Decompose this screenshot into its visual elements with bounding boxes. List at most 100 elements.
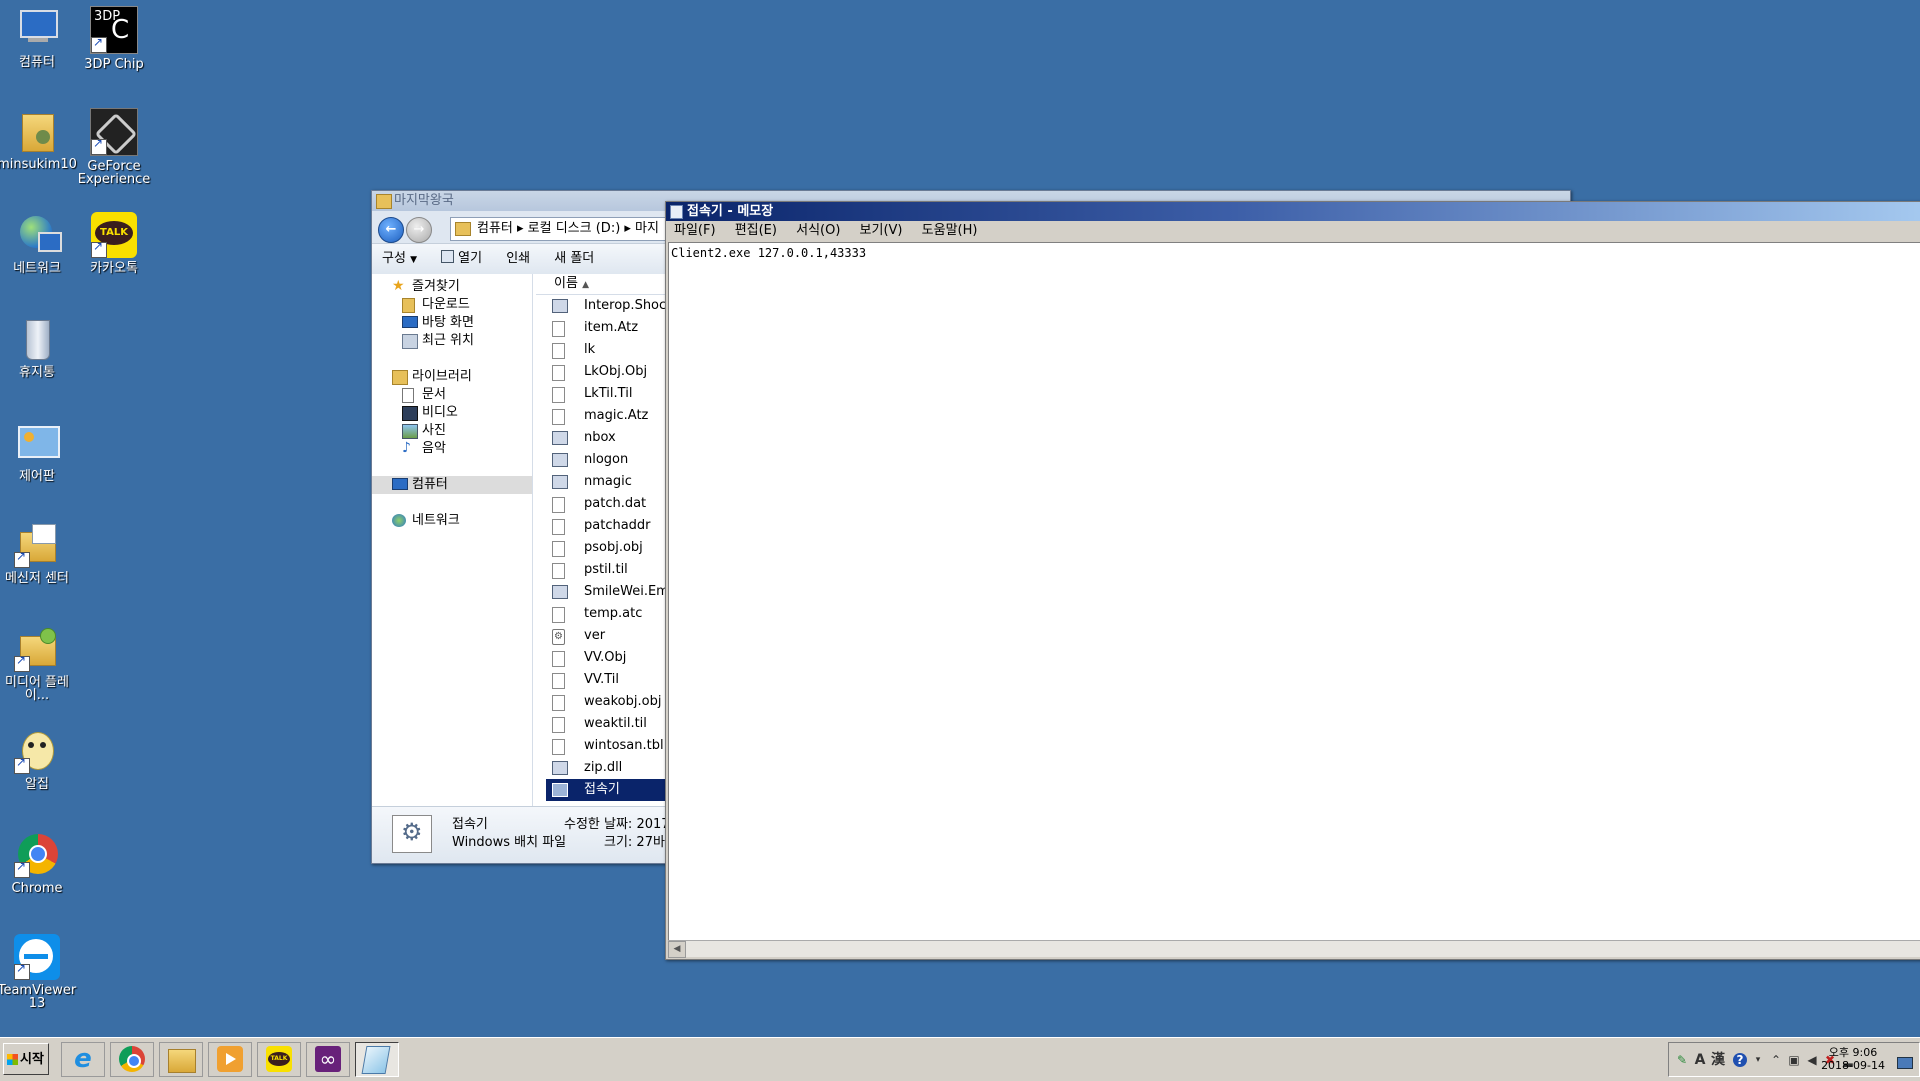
menu-edit[interactable]: 편집(E): [727, 221, 784, 240]
visual-studio-icon: ∞: [315, 1046, 341, 1072]
file-icon: [552, 321, 565, 337]
desktop-icon-network[interactable]: 네트워크: [0, 212, 80, 275]
media-player-icon: [217, 1046, 243, 1072]
kakaotalk-icon: TALK: [266, 1046, 292, 1072]
volume-icon[interactable]: ◀: [1805, 1053, 1819, 1067]
ime-options-icon[interactable]: ▾: [1751, 1053, 1765, 1067]
nav-libraries[interactable]: 라이브러리: [372, 368, 532, 386]
downloads-folder-icon: [402, 298, 415, 313]
details-file-type: Windows 배치 파일: [452, 835, 567, 850]
alzip-icon: [14, 728, 60, 774]
nav-network[interactable]: 네트워크: [372, 512, 532, 530]
computer-icon: [14, 6, 60, 52]
scroll-left-icon[interactable]: ◀: [668, 941, 686, 958]
windows-logo-icon: [7, 1054, 18, 1065]
file-icon: [552, 563, 565, 579]
desktop-icon-recycle-bin[interactable]: 휴지통: [0, 316, 80, 379]
chrome-icon: [14, 832, 60, 878]
details-modified: 수정한 날짜: 2017-: [564, 817, 675, 832]
nav-recent[interactable]: 최근 위치: [372, 332, 532, 350]
user-folder-icon: [14, 108, 60, 154]
nav-favorites[interactable]: ★ 즐겨찾기: [372, 278, 532, 296]
app-icon: [552, 453, 568, 467]
ime-mode-a[interactable]: A: [1693, 1053, 1707, 1067]
desktop-icon-computer[interactable]: 컴퓨터: [0, 6, 80, 69]
taskbar-notepad[interactable]: [355, 1042, 399, 1077]
chrome-icon: [119, 1046, 145, 1072]
computer-icon: [392, 478, 408, 490]
device-icon[interactable]: ▣: [1787, 1053, 1801, 1067]
show-desktop-icon[interactable]: [1897, 1057, 1913, 1069]
dll-file-icon: [552, 585, 568, 599]
horizontal-scrollbar[interactable]: ◀: [668, 940, 1920, 958]
taskbar-media-player[interactable]: [208, 1042, 252, 1077]
open-button[interactable]: 열기: [431, 244, 492, 274]
nav-music[interactable]: ♪ 음악: [372, 440, 532, 458]
language-bar-icon[interactable]: ✎: [1675, 1053, 1689, 1067]
open-icon: [441, 250, 455, 263]
taskbar-explorer[interactable]: [159, 1042, 203, 1077]
nav-desktop[interactable]: 바탕 화면: [372, 314, 532, 332]
file-icon: [552, 409, 565, 425]
menu-format[interactable]: 서식(O): [788, 221, 847, 240]
forward-button[interactable]: →: [406, 217, 432, 243]
taskbar-internet-explorer[interactable]: e: [61, 1042, 105, 1077]
dll-file-icon: [552, 299, 568, 313]
show-hidden-icons-icon[interactable]: ⌃: [1769, 1053, 1783, 1067]
nav-videos[interactable]: 비디오: [372, 404, 532, 422]
menu-view[interactable]: 보기(V): [852, 221, 910, 240]
notepad-titlebar[interactable]: 접속기 - 메모장: [666, 202, 1920, 221]
desktop-icon-user-folder[interactable]: minsukim10: [0, 108, 80, 171]
organize-button[interactable]: 구성 ▼: [372, 244, 427, 275]
desktop-icon-alzip[interactable]: 알집: [0, 728, 80, 791]
desktop-icon-media-player[interactable]: 미디어 플레이...: [0, 626, 80, 702]
start-button[interactable]: 시작: [3, 1043, 49, 1075]
network-icon: [392, 514, 406, 527]
taskbar-visual-studio[interactable]: ∞: [306, 1042, 350, 1077]
notepad-window[interactable]: 접속기 - 메모장 파일(F) 편집(E) 서식(O) 보기(V) 도움말(H)…: [665, 201, 1920, 960]
taskbar-kakaotalk[interactable]: TALK: [257, 1042, 301, 1077]
desktop-icon-chrome[interactable]: Chrome: [0, 832, 80, 895]
navigation-pane[interactable]: ★ 즐겨찾기 다운로드 바탕 화면 최근 위치 라이브러리 문서 비디오 사진 …: [372, 274, 533, 807]
file-icon: [552, 365, 565, 381]
library-icon: [392, 370, 408, 385]
nav-downloads[interactable]: 다운로드: [372, 296, 532, 314]
file-icon: [552, 739, 565, 755]
nav-pictures[interactable]: 사진: [372, 422, 532, 440]
nav-computer[interactable]: 컴퓨터: [372, 476, 532, 494]
messenger-folder-icon: [14, 522, 60, 568]
menu-file[interactable]: 파일(F): [666, 221, 723, 240]
star-icon: ★: [392, 278, 405, 294]
taskbar-clock[interactable]: 오후 9:06 2018-09-14: [1821, 1046, 1885, 1072]
taskbar: 시작 e TALK ∞ ✎ A 漢 ? ▾ ⌃ ▣ ◀ ✖ ▂ 오후 9:06 …: [0, 1037, 1920, 1081]
desktop-icon-control-panel[interactable]: 제어판: [0, 420, 80, 483]
file-icon: [552, 343, 565, 359]
file-icon: [552, 387, 565, 403]
teamviewer-icon: [14, 934, 60, 980]
chevron-down-icon: ▼: [410, 255, 417, 265]
recent-places-icon: [402, 334, 418, 349]
notepad-text-area[interactable]: Client2.exe 127.0.0.1,43333: [668, 242, 1920, 941]
desktop-icon-kakaotalk[interactable]: TALK 카카오톡: [71, 212, 157, 275]
desktop-icon-3dp-chip[interactable]: 3DP C 3DP Chip: [71, 6, 157, 71]
clock-time: 오후 9:06: [1828, 1046, 1878, 1059]
media-player-icon: [14, 626, 60, 672]
file-icon: [552, 673, 565, 689]
nav-documents[interactable]: 문서: [372, 386, 532, 404]
explorer-folder-icon: [168, 1049, 196, 1073]
file-icon: [552, 519, 565, 535]
back-button[interactable]: ←: [378, 217, 404, 243]
desktop-icon-teamviewer[interactable]: TeamViewer 13: [0, 934, 80, 1010]
desktop-icon-geforce[interactable]: GeForce Experience: [71, 108, 157, 186]
desktop-icon-messenger[interactable]: 메신저 센터: [0, 522, 80, 585]
taskbar-chrome[interactable]: [110, 1042, 154, 1077]
ime-hanja[interactable]: 漢: [1711, 1053, 1725, 1067]
help-icon[interactable]: ?: [1733, 1053, 1747, 1067]
new-folder-button[interactable]: 새 폴더: [544, 244, 604, 274]
internet-explorer-icon: e: [74, 1044, 92, 1074]
menu-help[interactable]: 도움말(H): [914, 221, 985, 240]
recycle-bin-icon: [14, 316, 60, 362]
details-file-name: 접속기: [452, 817, 488, 832]
print-button[interactable]: 인쇄: [496, 244, 540, 274]
network-globe-icon: [14, 212, 62, 258]
